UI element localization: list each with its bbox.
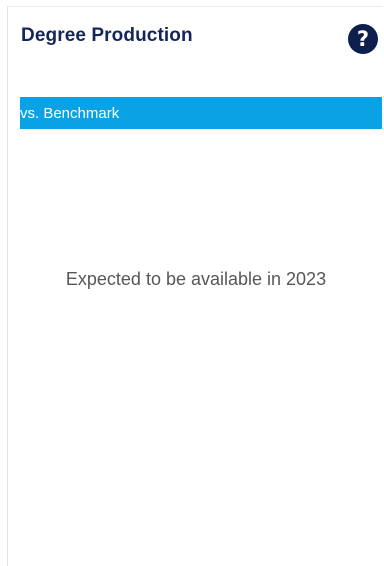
degree-production-panel: Degree Production ? vs. Benchmark Expect… [7,6,383,566]
panel-title: Degree Production [21,25,193,46]
benchmark-tab[interactable]: vs. Benchmark [20,97,382,129]
benchmark-tab-label: vs. Benchmark [20,105,120,122]
availability-message: Expected to be available in 2023 [65,269,327,289]
help-icon[interactable]: ? [348,24,378,54]
